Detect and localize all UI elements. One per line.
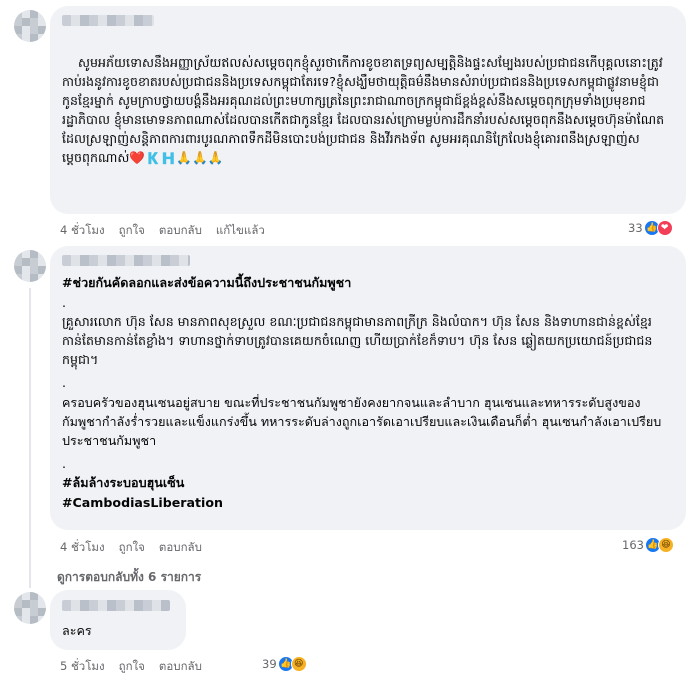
- avatar[interactable]: [14, 10, 46, 42]
- like-button[interactable]: ถูกใจ: [119, 658, 145, 676]
- comment-text: សូមអភ័យទោសនឹងអញ្ញាស្រ័យឥលស់សម្តេចពុកខ្ញុ…: [62, 34, 674, 186]
- reaction-summary[interactable]: 163 👍 😆: [622, 537, 674, 553]
- like-button[interactable]: ถูกใจ: [119, 539, 145, 557]
- timestamp: 4 ชั่วโมง: [60, 540, 105, 554]
- commenter-name[interactable]: [62, 600, 170, 611]
- commenter-name[interactable]: [62, 255, 190, 266]
- thread-line: [29, 288, 31, 588]
- separator-dot: .: [62, 456, 67, 471]
- comment-bubble: សូមអភ័យទោសនឹងអញ្ញាស្រ័យឥលស់សម្តេចពុកខ្ញុ…: [50, 6, 686, 214]
- comment-actions: 4 ชั่วโมง ถูกใจ ตอบกลับ แก้ไขแล้ว: [60, 222, 279, 240]
- emoji-tail: ❤️🇰🇭🙏🙏🙏: [129, 150, 224, 165]
- reply-button[interactable]: ตอบกลับ: [159, 658, 202, 676]
- haha-reaction-icon: 😆: [657, 537, 674, 553]
- khmer-paragraph: គ្រួសារលោក ហ៊ុន សែន មានភាពសុខស្រួល ខណៈប្…: [62, 314, 653, 367]
- separator-dot: .: [62, 375, 67, 390]
- reaction-count: 39: [262, 657, 277, 671]
- comment-bubble: #ช่วยกันคัดลอกและส่งข้อความนี้ถึงประชาชน…: [50, 246, 686, 530]
- comment-actions: 5 ชั่วโมง ถูกใจ ตอบกลับ: [60, 658, 216, 676]
- comment-body: សូមអភ័យទោសនឹងអញ្ញាស្រ័យឥលស់សម្តេចពុកខ្ញុ…: [62, 55, 665, 165]
- reaction-count: 33: [628, 221, 643, 235]
- separator-dot: .: [62, 295, 67, 310]
- thai-paragraph: ครอบครัวของฮุนเซนอยู่สบาย ขณะที่ประชาชนก…: [62, 395, 662, 448]
- haha-reaction-icon: 😆: [290, 656, 307, 672]
- hashtag-link[interactable]: #ช่วยกันคัดลอกและส่งข้อความนี้ถึงประชาชน…: [62, 273, 674, 292]
- edited-label: แก้ไขแล้ว: [215, 223, 265, 237]
- comment-text: ละคร: [62, 623, 92, 638]
- view-replies-link[interactable]: ดูการตอบกลับทั้ง 6 รายการ: [57, 568, 201, 587]
- comment-actions: 4 ชั่วโมง ถูกใจ ตอบกลับ: [60, 539, 216, 557]
- reaction-summary[interactable]: 33 👍 ❤: [628, 220, 673, 236]
- reaction-summary[interactable]: 39 👍 😆: [262, 656, 307, 672]
- love-reaction-icon: ❤: [656, 220, 673, 236]
- hashtag-link[interactable]: #ล้มล้างระบอบฮุนเซ็น: [62, 473, 184, 492]
- commenter-name[interactable]: [62, 15, 154, 26]
- avatar[interactable]: [14, 250, 46, 282]
- timestamp: 4 ชั่วโมง: [60, 223, 105, 237]
- reaction-count: 163: [622, 538, 644, 552]
- reply-button[interactable]: ตอบกลับ: [159, 539, 202, 557]
- reply-button[interactable]: ตอบกลับ: [159, 222, 202, 240]
- comment-bubble: ละคร: [50, 590, 186, 650]
- timestamp: 5 ชั่วโมง: [60, 659, 105, 673]
- hashtag-link[interactable]: #CambodiasLiberation: [62, 493, 223, 512]
- avatar[interactable]: [14, 592, 46, 624]
- like-button[interactable]: ถูกใจ: [119, 222, 145, 240]
